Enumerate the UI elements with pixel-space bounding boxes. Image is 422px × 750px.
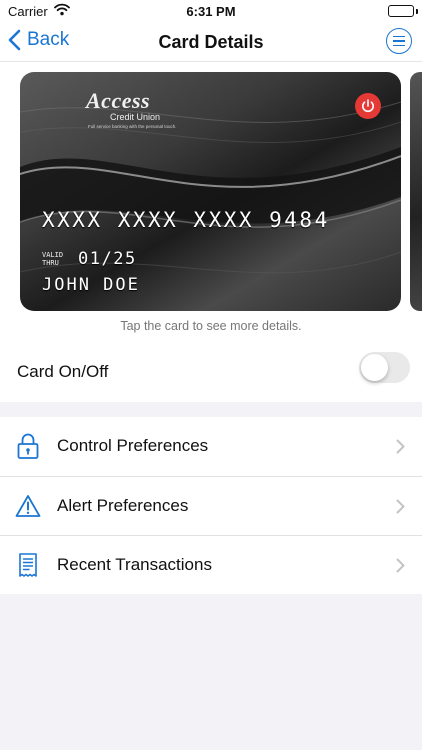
card-logo: Access Credit Union Full service banking… bbox=[86, 88, 177, 129]
logo-subtitle: Credit Union bbox=[110, 112, 161, 122]
control-preferences-label: Control Preferences bbox=[57, 436, 209, 455]
status-time: 6:31 PM bbox=[186, 4, 236, 19]
status-bar: Carrier 6:31 PM bbox=[0, 0, 422, 22]
valid-label-line2: THRU bbox=[42, 259, 59, 267]
card-expiry: 01/25 bbox=[78, 249, 137, 269]
card-power-button[interactable] bbox=[355, 93, 381, 119]
card-toggle-row: Card On/Off bbox=[0, 340, 422, 402]
logo-name: Access bbox=[86, 88, 151, 113]
chevron-right-icon bbox=[396, 439, 405, 454]
menu-button[interactable] bbox=[386, 28, 412, 54]
alert-preferences-label: Alert Preferences bbox=[57, 496, 189, 515]
card-on-off-switch[interactable] bbox=[359, 352, 410, 383]
card-holder-name: JOHN DOE bbox=[42, 275, 140, 295]
credit-card[interactable]: Access Credit Union Full service banking… bbox=[20, 72, 401, 311]
valid-label-line1: VALID bbox=[42, 251, 64, 259]
switch-knob bbox=[361, 354, 388, 381]
logo-tagline: Full service banking with the personal t… bbox=[88, 124, 177, 129]
menu-icon-line bbox=[393, 35, 405, 38]
preferences-list: Control Preferences Alert Preferences Re… bbox=[0, 417, 422, 594]
lock-icon bbox=[17, 433, 39, 459]
card-hint: Tap the card to see more details. bbox=[120, 319, 302, 333]
battery-nub bbox=[416, 9, 418, 14]
card-carousel: Access Credit Union Full service banking… bbox=[0, 62, 422, 340]
next-card-peek[interactable] bbox=[410, 72, 422, 311]
power-icon bbox=[362, 99, 374, 113]
recent-transactions-row[interactable]: Recent Transactions bbox=[0, 535, 422, 594]
receipt-icon bbox=[19, 553, 37, 577]
menu-icon-line bbox=[393, 44, 405, 47]
card-toggle-label: Card On/Off bbox=[17, 362, 109, 381]
menu-icon-line bbox=[393, 40, 405, 42]
alert-preferences-row[interactable]: Alert Preferences bbox=[0, 476, 422, 535]
warning-icon bbox=[15, 495, 41, 517]
navigation-bar: Back Card Details bbox=[0, 22, 422, 62]
valid-thru-label: VALID THRU bbox=[42, 251, 63, 267]
card-number: XXXX XXXX XXXX 9484 bbox=[42, 208, 330, 232]
chevron-right-icon bbox=[396, 558, 405, 573]
battery-icon bbox=[388, 5, 414, 17]
control-preferences-row[interactable]: Control Preferences bbox=[0, 417, 422, 476]
page-title: Card Details bbox=[158, 32, 264, 52]
recent-transactions-label: Recent Transactions bbox=[57, 555, 212, 574]
chevron-right-icon bbox=[396, 499, 405, 514]
